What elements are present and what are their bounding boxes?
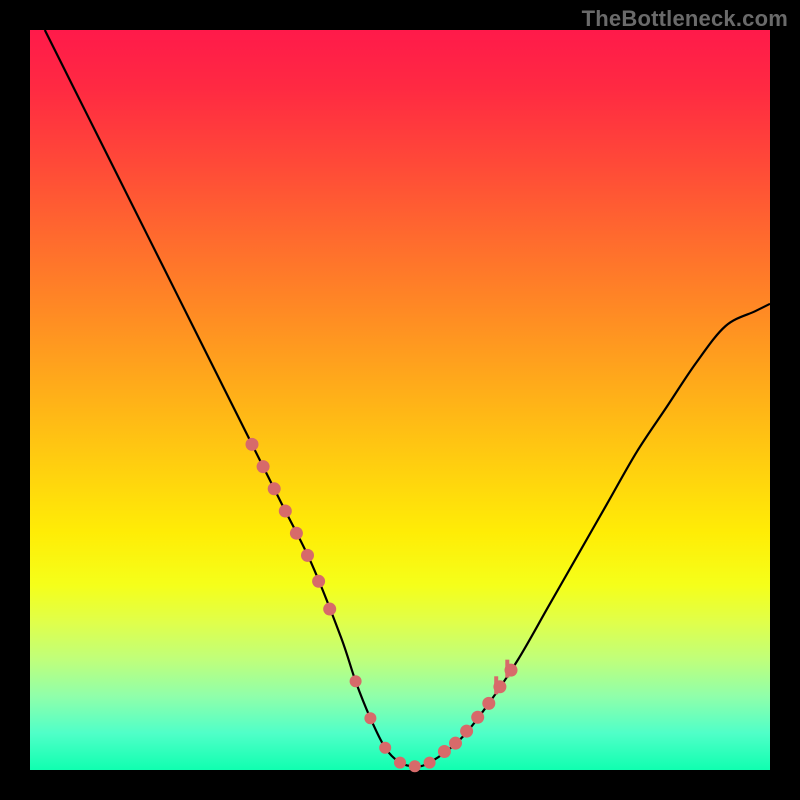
data-marker xyxy=(257,460,270,473)
data-marker xyxy=(312,575,325,588)
plot-area xyxy=(30,30,770,770)
data-marker xyxy=(438,745,451,758)
data-marker-bar xyxy=(494,676,498,694)
data-marker xyxy=(424,757,436,769)
data-marker xyxy=(482,697,495,710)
data-marker xyxy=(290,527,303,540)
data-marker xyxy=(471,711,484,724)
data-marker xyxy=(350,675,362,687)
data-marker xyxy=(449,737,462,750)
data-marker xyxy=(394,757,406,769)
data-marker xyxy=(409,760,421,772)
chart-frame: TheBottleneck.com xyxy=(0,0,800,800)
data-marker xyxy=(379,742,391,754)
data-marker xyxy=(364,712,376,724)
data-marker xyxy=(268,482,281,495)
data-marker xyxy=(246,438,259,451)
curve-svg xyxy=(30,30,770,770)
data-marker xyxy=(323,603,336,616)
data-marker xyxy=(460,725,473,738)
watermark-text: TheBottleneck.com xyxy=(582,6,788,32)
marker-group xyxy=(246,438,518,772)
bottleneck-curve xyxy=(45,30,770,766)
data-marker-bar xyxy=(505,660,509,678)
data-marker xyxy=(301,549,314,562)
data-marker xyxy=(279,505,292,518)
